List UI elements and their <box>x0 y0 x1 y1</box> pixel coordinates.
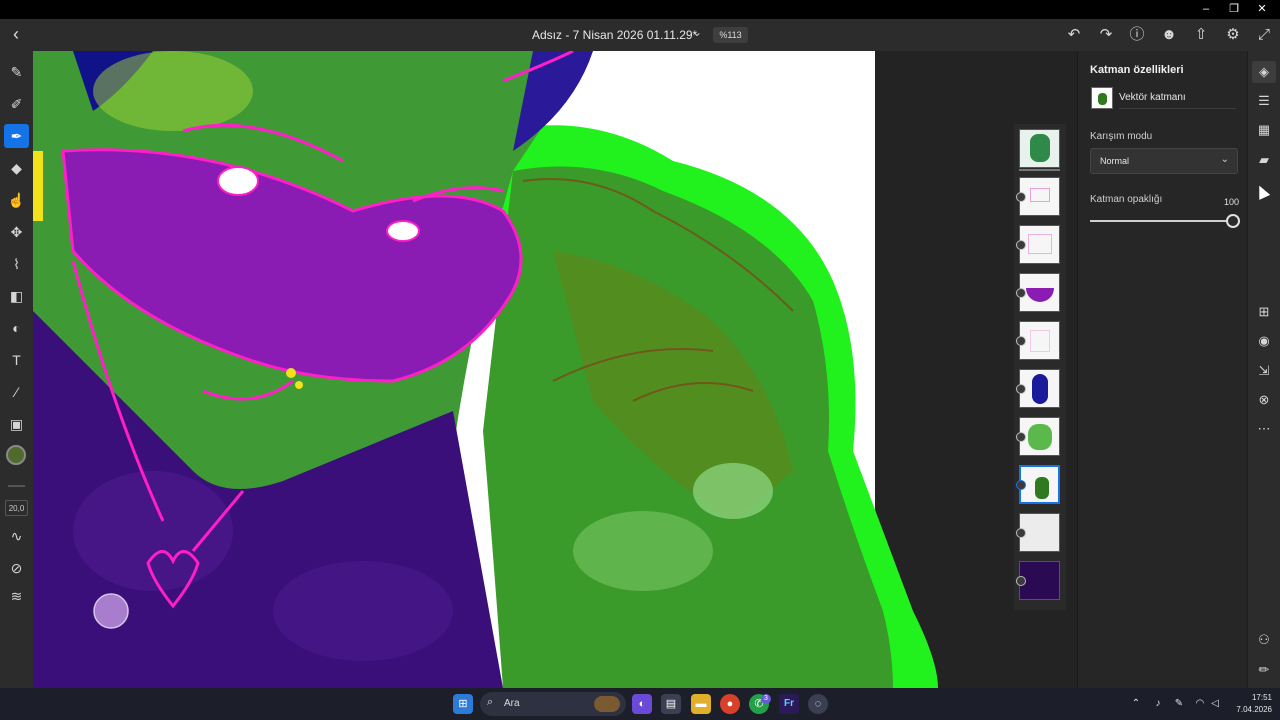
brush-settings-icon[interactable]: ∿ <box>4 524 29 548</box>
opacity-label: Katman opaklığı <box>1090 194 1163 205</box>
panel-title: Katman özellikleri <box>1090 64 1184 76</box>
zoom-level[interactable]: %113 <box>713 27 748 43</box>
panel-divider <box>1119 108 1236 109</box>
search-label: Ara <box>504 698 520 709</box>
left-toolbar: ✎ ✐ ✒ ◆ ☝ ✥ ⌇ ◧ ◐ T ⁄ ▣ 20,0 ∿ ⊘ ≋ <box>0 51 33 688</box>
move-icon[interactable]: ✥ <box>4 220 29 244</box>
file-explorer-icon[interactable]: ▬ <box>691 694 711 714</box>
fill-icon[interactable]: ◧ <box>4 284 29 308</box>
assets-icon[interactable]: ⚇ <box>1252 629 1276 651</box>
invite-icon[interactable]: ☻ <box>1159 25 1179 45</box>
layer-visibility-5[interactable] <box>1016 336 1026 346</box>
app-icon[interactable]: ◌ <box>808 694 828 714</box>
chevron-down-icon: ⌄ <box>1220 154 1229 165</box>
layer-visibility-8[interactable] <box>1016 480 1026 490</box>
layer-group-divider <box>1019 169 1060 171</box>
help-icon[interactable]: ⓘ <box>1127 25 1147 45</box>
pressure-icon[interactable]: ≋ <box>4 584 29 608</box>
layers-panel <box>1014 124 1066 610</box>
blend-mode-value: Normal <box>1100 156 1130 166</box>
clock-time[interactable]: 17:51 <box>1238 693 1272 702</box>
shape-icon[interactable]: ◐ <box>4 316 29 340</box>
chevron-up-icon[interactable]: ⌃ <box>1129 697 1143 711</box>
layer-thumb-1[interactable] <box>1019 129 1060 168</box>
layer-visibility-2[interactable] <box>1016 192 1026 202</box>
windows-start-icon[interactable]: ⊞ <box>453 694 473 714</box>
minimize-icon[interactable]: – <box>1194 2 1218 17</box>
brush-size[interactable]: 20,0 <box>5 500 28 516</box>
place-image-icon[interactable]: ▣ <box>4 412 29 436</box>
right-rail: ◈ ☰ ▦ ▰ ⊞ ◉ ⇲ ⊗ ⋯ ⚇ ✏ <box>1248 51 1280 688</box>
visibility-icon[interactable]: ◉ <box>1252 330 1276 352</box>
eraser-icon[interactable]: ◆ <box>4 156 29 180</box>
back-icon[interactable]: ‹ <box>6 25 26 45</box>
search-highlight-icon <box>594 696 620 712</box>
draw-icon[interactable]: ✏ <box>1252 659 1276 681</box>
document-title[interactable]: Adsız - 7 Nisan 2026 01.11.29* <box>532 28 697 42</box>
search-icon: ⌕ <box>487 696 494 708</box>
opacity-slider[interactable] <box>1090 214 1240 228</box>
layers-icon[interactable]: ◈ <box>1252 61 1276 83</box>
lasso-icon[interactable]: ⌇ <box>4 252 29 276</box>
share-icon[interactable]: ⇧ <box>1191 25 1211 45</box>
opacity-fill <box>1090 220 1233 222</box>
pixel-brush-icon[interactable]: ✎ <box>4 60 29 84</box>
settings-icon[interactable]: ⚙ <box>1223 25 1243 45</box>
chevron-down-icon[interactable]: ⌄ <box>692 25 702 39</box>
os-titlebar: – ❐ ✕ <box>0 0 1280 19</box>
vector-brush-icon[interactable]: ✒ <box>4 124 29 148</box>
more-icon[interactable]: ⋯ <box>1252 418 1276 440</box>
smoothing-icon[interactable]: ⊘ <box>4 556 29 580</box>
layer-visibility-10[interactable] <box>1016 576 1026 586</box>
toolbar-divider <box>8 485 25 487</box>
smudge-icon[interactable]: ☝ <box>4 188 29 212</box>
canvas[interactable] <box>33 51 1077 688</box>
search-box[interactable]: ⌕ Ara <box>480 692 626 716</box>
export-icon[interactable]: ⇲ <box>1252 360 1276 382</box>
taskbar: ⊞ ⌕ Ara ◐ ▤ ▬ ● ✆ Fr ◌ ⌃ ♪ ✎ ◠ ◁ 17:51 7… <box>0 688 1280 720</box>
layer-type-thumbnail <box>1091 87 1113 109</box>
current-color-swatch[interactable] <box>6 445 26 465</box>
text-icon[interactable]: T <box>4 348 29 372</box>
fresco-icon[interactable]: Fr <box>779 694 799 714</box>
layer-visibility-6[interactable] <box>1016 384 1026 394</box>
layer-visibility-9[interactable] <box>1016 528 1026 538</box>
store-icon[interactable]: ▤ <box>661 694 681 714</box>
close-icon[interactable]: ✕ <box>1250 2 1274 17</box>
mask-icon[interactable]: ⊗ <box>1252 389 1276 411</box>
properties-icon[interactable]: ☰ <box>1252 90 1276 112</box>
undo-icon[interactable]: ↶ <box>1064 25 1084 45</box>
live-brush-icon[interactable]: ✐ <box>4 92 29 116</box>
blend-mode-label: Karışım modu <box>1090 131 1153 142</box>
wifi-icon[interactable]: ◠ <box>1193 697 1207 711</box>
redo-icon[interactable]: ↷ <box>1096 25 1116 45</box>
fullscreen-icon[interactable]: ⤢ <box>1254 25 1274 45</box>
add-layer-icon[interactable]: ⊞ <box>1252 301 1276 323</box>
opacity-slider-thumb[interactable] <box>1226 214 1240 228</box>
app-header: ‹ Adsız - 7 Nisan 2026 01.11.29* ⌄ %113 … <box>0 19 1280 51</box>
speaker-icon[interactable]: ◁ <box>1208 697 1222 711</box>
layer-visibility-7[interactable] <box>1016 432 1026 442</box>
pen-icon[interactable]: ✎ <box>1172 697 1186 711</box>
comments-icon[interactable]: ▰ <box>1252 149 1276 171</box>
clock-date[interactable]: 7.04.2026 <box>1226 705 1272 714</box>
notification-badge: 3 <box>761 694 771 704</box>
restore-icon[interactable]: ❐ <box>1222 2 1246 17</box>
properties-panel: Katman özellikleri Vektör katmanı Karışı… <box>1077 51 1247 688</box>
blend-mode-select[interactable]: Normal ⌄ <box>1090 148 1238 174</box>
layer-type-label: Vektör katmanı <box>1119 92 1186 103</box>
eyedropper-icon[interactable]: ⁄ <box>4 380 29 404</box>
layer-visibility-3[interactable] <box>1016 240 1026 250</box>
grid-icon[interactable]: ▦ <box>1252 119 1276 141</box>
layer-visibility-4[interactable] <box>1016 288 1026 298</box>
app-window: – ❐ ✕ ‹ Adsız - 7 Nisan 2026 01.11.29* ⌄… <box>0 0 1280 720</box>
chrome-icon[interactable]: ● <box>720 694 740 714</box>
artwork <box>33 51 938 688</box>
microphone-icon[interactable]: ♪ <box>1151 697 1165 711</box>
opacity-value: 100 <box>1224 197 1240 207</box>
copilot-icon[interactable]: ◐ <box>632 694 652 714</box>
